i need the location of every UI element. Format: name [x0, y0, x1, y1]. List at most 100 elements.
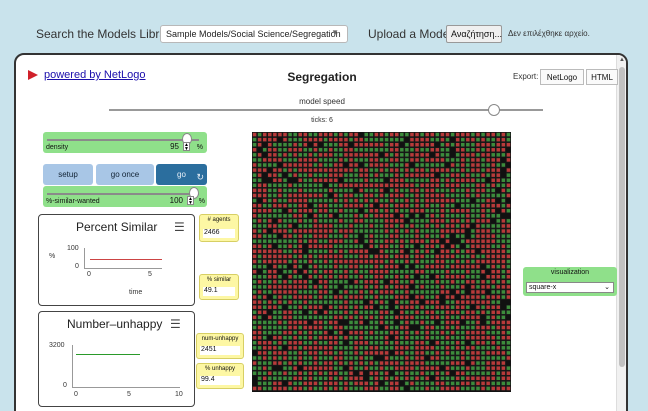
file-browse-button[interactable]: Αναζήτηση...	[446, 25, 502, 43]
agent-patch	[419, 243, 425, 249]
agent-patch	[495, 274, 501, 280]
agent-patch	[445, 213, 450, 219]
agent-patch	[414, 142, 420, 148]
agent-patch	[343, 335, 349, 341]
panel-scrollbar[interactable]: ▲	[616, 55, 626, 411]
agent-patch	[313, 294, 318, 300]
agent-patch	[313, 213, 318, 219]
density-slider-value: 95	[170, 142, 179, 151]
agent-patch	[333, 315, 339, 320]
model-speed-slider[interactable]	[109, 109, 543, 111]
agent-patch	[424, 198, 430, 203]
density-slider-track[interactable]	[47, 139, 199, 141]
agent-patch	[399, 335, 405, 341]
agent-patch	[506, 137, 511, 142]
agent-patch	[470, 233, 476, 239]
agent-patch	[328, 208, 334, 214]
agent-patch	[282, 340, 288, 346]
similar-wanted-slider-track[interactable]	[47, 193, 199, 195]
similar-wanted-slider[interactable]: %-similar-wanted 100 ▲ ▼ %	[43, 186, 207, 207]
agent-patch	[297, 198, 303, 203]
visualization-chooser[interactable]: visualization square-x ⌄	[523, 267, 617, 296]
density-spinner-icon[interactable]: ▲ ▼	[183, 142, 190, 152]
agent-patch	[485, 350, 491, 356]
agent-patch	[287, 233, 293, 239]
model-speed-knob[interactable]	[488, 104, 500, 116]
agent-patch	[485, 254, 491, 259]
agent-patch	[353, 264, 359, 269]
world-view[interactable]	[252, 132, 511, 392]
agent-patch	[480, 284, 486, 290]
agent-patch	[394, 360, 400, 366]
agent-patch	[490, 315, 496, 320]
scrollbar-thumb[interactable]	[619, 67, 625, 367]
agent-patch	[292, 193, 298, 198]
agent-patch	[262, 299, 268, 305]
agent-patch	[465, 142, 471, 148]
agent-patch	[333, 208, 339, 214]
agent-patch	[460, 299, 466, 305]
agent-patch	[297, 147, 303, 153]
agent-patch	[470, 264, 476, 269]
agent-patch	[297, 294, 303, 300]
agent-patch	[470, 203, 476, 208]
agent-patch	[297, 157, 303, 163]
scroll-up-icon[interactable]: ▲	[619, 57, 625, 63]
density-slider[interactable]: density 95 ▲ ▼ %	[43, 132, 207, 153]
agent-patch	[450, 167, 455, 173]
plot-menu-icon[interactable]: ☰	[170, 317, 181, 331]
agent-patch	[384, 370, 389, 376]
agent-patch	[440, 203, 445, 208]
agent-patch	[302, 279, 308, 285]
agent-patch	[495, 375, 501, 381]
chooser-select[interactable]: square-x ⌄	[526, 282, 614, 293]
agent-patch	[404, 238, 410, 244]
agent-patch	[414, 233, 420, 239]
agent-patch	[465, 198, 471, 203]
agent-patch	[490, 304, 496, 310]
agent-patch	[302, 208, 308, 214]
export-netlogo-button[interactable]: NetLogo	[540, 69, 584, 85]
agent-patch	[272, 238, 278, 244]
go-once-button[interactable]: go once	[96, 164, 154, 185]
world-grid[interactable]	[252, 132, 511, 392]
plot-menu-icon[interactable]: ☰	[174, 220, 185, 234]
agent-patch	[257, 218, 262, 224]
agent-patch	[343, 355, 349, 361]
agent-patch	[363, 249, 369, 254]
agent-patch	[429, 182, 435, 188]
go-button[interactable]: go ↻	[156, 164, 207, 185]
agent-patch	[267, 203, 273, 208]
agent-patch	[455, 325, 461, 330]
agent-patch	[480, 330, 486, 335]
agent-patch	[374, 243, 379, 249]
agent-patch	[384, 259, 389, 264]
agent-patch	[475, 147, 481, 153]
agent-patch	[297, 315, 303, 320]
agent-patch	[343, 360, 349, 366]
agent-patch	[480, 294, 486, 300]
agent-patch	[485, 340, 491, 346]
agent-patch	[257, 208, 262, 214]
setup-button[interactable]: setup	[43, 164, 93, 185]
agent-patch	[363, 294, 369, 300]
export-html-button[interactable]: HTML	[586, 69, 618, 85]
agent-patch	[353, 142, 359, 148]
agent-patch	[399, 213, 405, 219]
agent-patch	[429, 172, 435, 178]
agent-patch	[440, 284, 445, 290]
agent-patch	[282, 365, 288, 371]
agent-patch	[450, 249, 455, 254]
agent-patch	[389, 243, 394, 249]
agent-patch	[363, 350, 369, 356]
agent-patch	[414, 370, 420, 376]
agent-patch	[419, 249, 425, 254]
agent-patch	[445, 193, 450, 198]
agent-patch	[470, 218, 476, 224]
agent-patch	[292, 152, 298, 158]
agent-patch	[480, 370, 486, 376]
agent-patch	[414, 157, 420, 163]
similar-wanted-spinner-icon[interactable]: ▲ ▼	[187, 196, 194, 206]
model-select[interactable]: Sample Models/Social Science/Segregation…	[160, 25, 348, 43]
agent-patch	[501, 309, 506, 315]
